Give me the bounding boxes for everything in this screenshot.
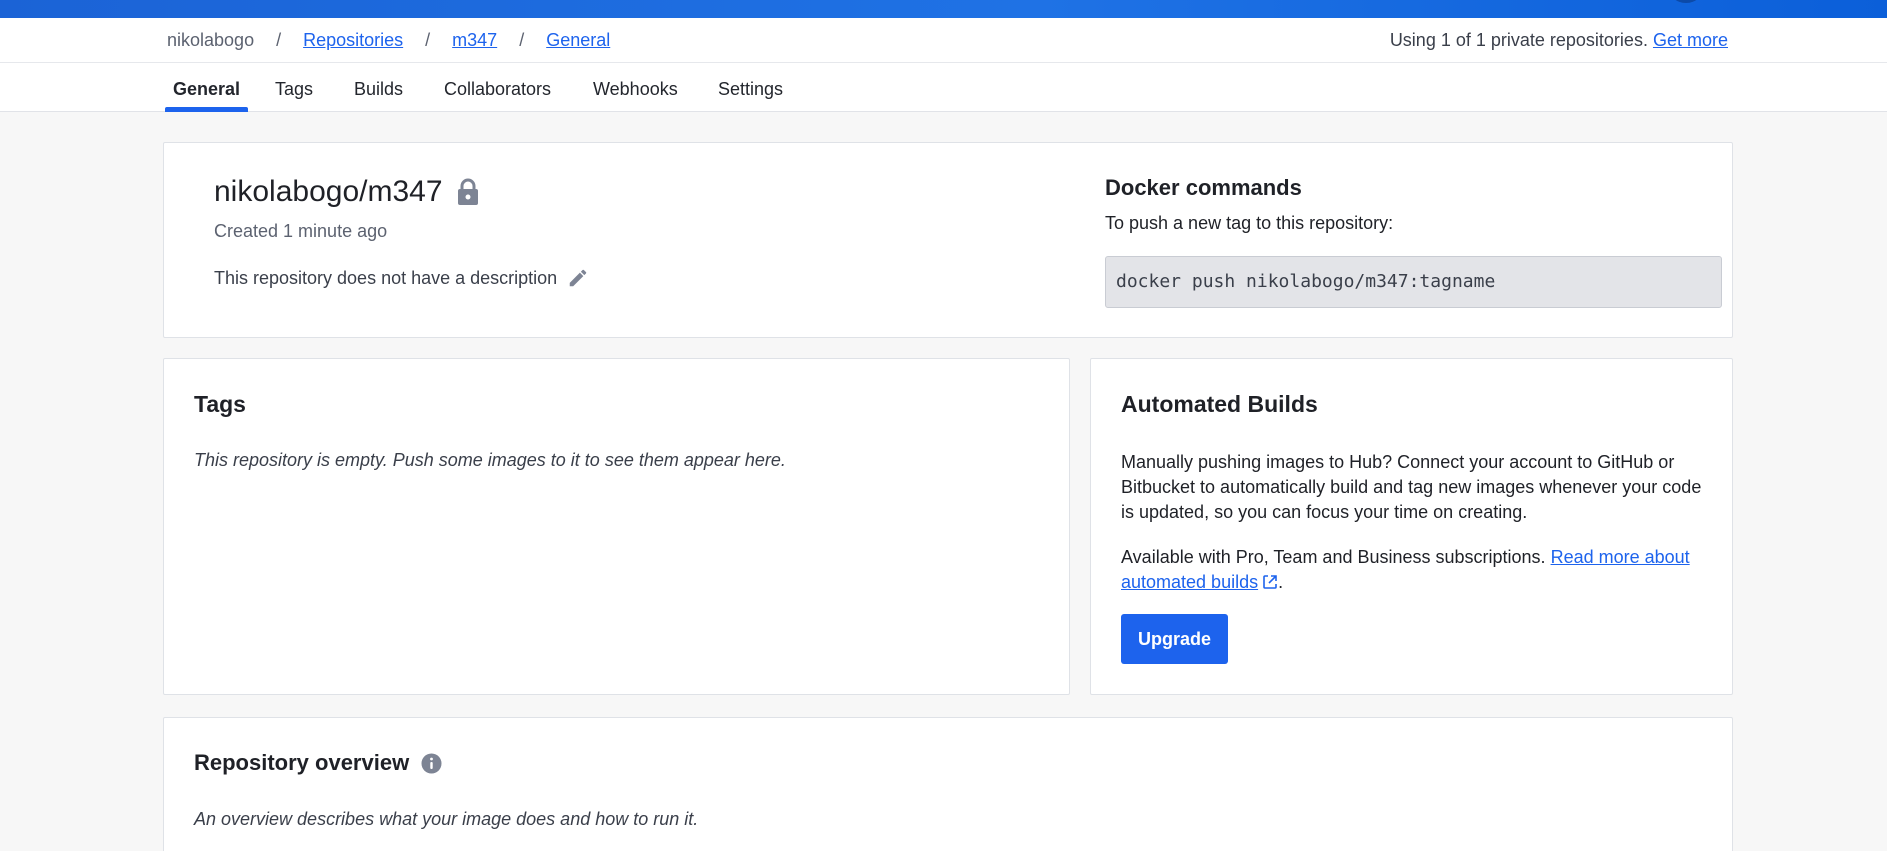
breadcrumb-repo-link[interactable]: m347 — [452, 30, 497, 51]
external-link-icon — [1263, 575, 1277, 589]
tab-general[interactable]: General — [164, 63, 249, 112]
tags-card: Tags This repository is empty. Push some… — [163, 358, 1070, 695]
docker-commands-heading: Docker commands — [1105, 175, 1302, 200]
repository-overview-card: Repository overview An overview describe… — [163, 717, 1733, 851]
tags-heading: Tags — [194, 391, 246, 417]
repo-title-row: nikolabogo/m347 — [214, 175, 480, 209]
avatar[interactable] — [1668, 0, 1704, 3]
pencil-icon[interactable] — [567, 267, 589, 289]
automated-builds-description: Manually pushing images to Hub? Connect … — [1121, 452, 1702, 522]
repo-description: This repository does not have a descript… — [214, 267, 558, 288]
breadcrumb-bar: nikolabogo / Repositories / m347 / Gener… — [0, 18, 1887, 63]
tab-settings[interactable]: Settings — [718, 63, 783, 112]
breadcrumb-general-link[interactable]: General — [546, 30, 610, 51]
repo-title: nikolabogo/m347 — [214, 175, 443, 208]
repo-summary-card: nikolabogo/m347 Created 1 minute ago Thi… — [163, 142, 1733, 338]
overview-heading-row: Repository overview — [194, 750, 442, 776]
automated-builds-availability: Available with Pro, Team and Business su… — [1121, 545, 1711, 595]
tab-builds[interactable]: Builds — [354, 63, 403, 112]
repo-description-row: This repository does not have a descript… — [214, 267, 589, 289]
tab-collaborators[interactable]: Collaborators — [444, 63, 551, 112]
upgrade-button[interactable]: Upgrade — [1121, 614, 1228, 664]
overview-heading: Repository overview — [194, 750, 410, 775]
usage-text: Using 1 of 1 private repositories. — [1389, 30, 1648, 50]
tab-webhooks[interactable]: Webhooks — [593, 63, 678, 112]
breadcrumb: nikolabogo / Repositories / m347 / Gener… — [167, 30, 610, 51]
top-nav-bar — [0, 0, 1887, 18]
automated-builds-card: Automated Builds Manually pushing images… — [1090, 358, 1733, 695]
private-repo-usage: Using 1 of 1 private repositories. Get m… — [1390, 30, 1728, 51]
lock-icon — [457, 178, 478, 205]
overview-empty-message: An overview describes what your image do… — [194, 809, 699, 829]
breadcrumb-separator: / — [425, 30, 431, 50]
breadcrumb-user: nikolabogo — [167, 30, 255, 50]
tab-tags[interactable]: Tags — [275, 63, 313, 112]
automated-builds-heading: Automated Builds — [1121, 391, 1318, 417]
info-icon[interactable] — [421, 753, 442, 774]
docker-commands-subtitle: To push a new tag to this repository: — [1105, 213, 1394, 233]
repo-tabs: General Tags Builds Collaborators Webhoo… — [0, 63, 1887, 112]
tags-empty-message: This repository is empty. Push some imag… — [194, 450, 786, 470]
availability-period: . — [1278, 572, 1284, 592]
availability-text: Available with Pro, Team and Business su… — [1121, 547, 1546, 567]
docker-push-command[interactable]: docker push nikolabogo/m347:tagname — [1105, 256, 1722, 308]
breadcrumb-separator: / — [276, 30, 282, 50]
breadcrumb-separator: / — [519, 30, 525, 50]
breadcrumb-repositories-link[interactable]: Repositories — [303, 30, 403, 51]
repo-created: Created 1 minute ago — [214, 221, 388, 241]
get-more-link[interactable]: Get more — [1653, 30, 1728, 50]
